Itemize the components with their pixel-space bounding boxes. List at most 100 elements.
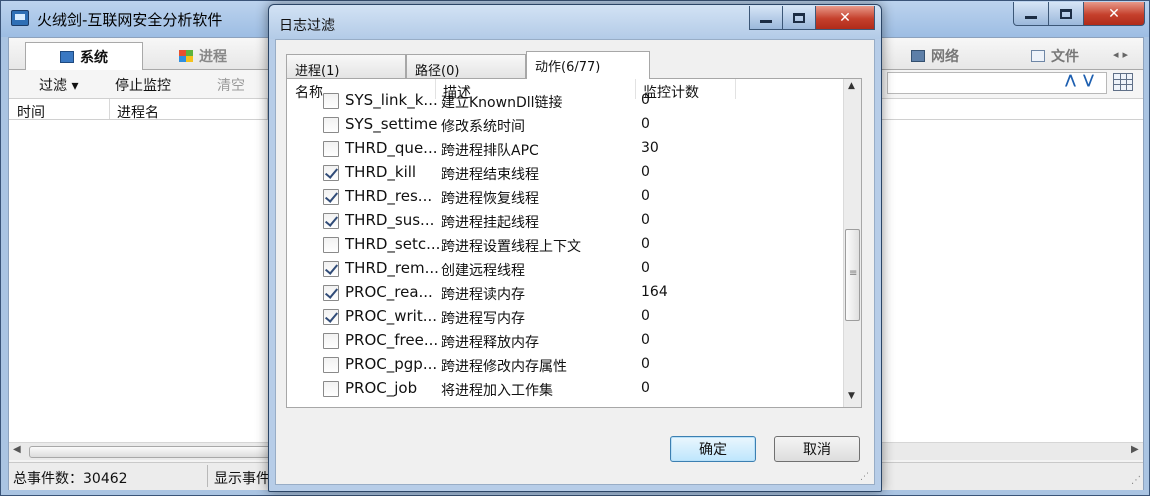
action-row[interactable]: THRD_kill 跨进程结束线程 0 — [287, 161, 843, 185]
ok-button[interactable]: 确定 — [670, 436, 756, 462]
action-monitor-count: 0 — [641, 332, 650, 348]
tab-scroll-arrows[interactable]: ◂▸ — [1113, 48, 1132, 61]
search-next-icon[interactable]: ⋁ — [1083, 73, 1094, 88]
action-checkbox[interactable] — [323, 93, 339, 109]
stop-monitor-button[interactable]: 停止监控 — [115, 75, 171, 95]
clear-button[interactable]: 清空 — [217, 75, 245, 95]
action-checkbox[interactable] — [323, 237, 339, 253]
tab-file[interactable]: 文件 — [1031, 42, 1079, 70]
tab-system-label: 系统 — [80, 49, 108, 66]
action-name: THRD_kill — [345, 163, 417, 181]
action-monitor-count: 0 — [641, 92, 650, 108]
file-icon — [1031, 50, 1045, 62]
action-row[interactable]: PROC_pgp... 跨进程修改内存属性 0 — [287, 353, 843, 377]
scroll-left-icon[interactable]: ◀ — [13, 444, 21, 455]
action-row[interactable]: PROC_job 将进程加入工作集 0 — [287, 377, 843, 401]
status-divider — [207, 465, 208, 487]
vertical-scrollbar[interactable]: ▲ ≡ ▼ — [843, 79, 861, 407]
cancel-button[interactable]: 取消 — [774, 436, 860, 462]
action-checkbox[interactable] — [323, 261, 339, 277]
maximize-button[interactable] — [1048, 2, 1084, 26]
tab-network[interactable]: 网络 — [911, 42, 959, 70]
action-name: PROC_pgp... — [345, 355, 438, 373]
action-checkbox[interactable] — [323, 165, 339, 181]
action-row[interactable]: THRD_setc... 跨进程设置线程上下文 0 — [287, 233, 843, 257]
tab-path-filter[interactable]: 路径(0) — [406, 54, 526, 79]
action-row[interactable]: SYS_settime 修改系统时间 0 — [287, 113, 843, 137]
dialog-resize-grip-icon[interactable]: ⋰ — [860, 472, 869, 482]
scroll-up-icon[interactable]: ▲ — [848, 81, 855, 91]
action-checkbox[interactable] — [323, 189, 339, 205]
tab-process-filter[interactable]: 进程(1) — [286, 54, 406, 79]
action-row[interactable]: PROC_rea... 跨进程读内存 164 — [287, 281, 843, 305]
minimize-icon — [760, 20, 772, 23]
minimize-icon — [1025, 16, 1037, 19]
action-checkbox[interactable] — [323, 213, 339, 229]
column-divider[interactable] — [109, 99, 110, 119]
action-checkbox[interactable] — [323, 309, 339, 325]
close-button[interactable]: ✕ — [1083, 2, 1145, 26]
windows-flag-icon — [179, 50, 193, 62]
action-name: PROC_free... — [345, 331, 439, 349]
close-icon: ✕ — [839, 9, 851, 26]
dialog-client-area: 进程(1) 路径(0) 动作(6/77) 名称 描述 监控计数 SYS_link… — [275, 39, 875, 485]
action-name: THRD_que... — [345, 139, 438, 157]
action-name: THRD_setc... — [345, 235, 439, 253]
action-checkbox[interactable] — [323, 381, 339, 397]
action-description: 跨进程恢复线程 — [441, 191, 539, 207]
network-icon — [911, 50, 925, 62]
action-row[interactable]: THRD_res... 跨进程恢复线程 0 — [287, 185, 843, 209]
action-name: THRD_res... — [345, 187, 433, 205]
action-description: 跨进程结束线程 — [441, 167, 539, 183]
total-events-count: 总事件数：30462 — [13, 471, 128, 487]
action-description: 修改系统时间 — [441, 119, 525, 135]
minimize-button[interactable] — [1013, 2, 1049, 26]
scroll-down-icon[interactable]: ▼ — [848, 391, 855, 401]
search-prev-icon[interactable]: ⋀ — [1065, 73, 1076, 88]
action-description: 跨进程挂起线程 — [441, 215, 539, 231]
action-row[interactable]: THRD_rem... 创建远程线程 0 — [287, 257, 843, 281]
action-checkbox[interactable] — [323, 357, 339, 373]
action-description: 创建远程线程 — [441, 263, 525, 279]
action-row[interactable]: PROC_free... 跨进程释放内存 0 — [287, 329, 843, 353]
action-checkbox[interactable] — [323, 285, 339, 301]
dialog-titlebar[interactable]: 日志过滤 ✕ — [269, 5, 881, 39]
column-header-time[interactable]: 时间 — [17, 102, 45, 122]
action-monitor-count: 0 — [641, 188, 650, 204]
action-description: 跨进程读内存 — [441, 287, 525, 303]
action-row[interactable]: SYS_link_k... 建立KnownDll链接 0 — [287, 89, 843, 113]
action-row[interactable]: PROC_writ... 跨进程写内存 0 — [287, 305, 843, 329]
dialog-minimize-button[interactable] — [749, 6, 783, 30]
resize-grip-icon[interactable]: ⋰ — [1131, 475, 1141, 486]
action-checkbox[interactable] — [323, 117, 339, 133]
tab-process-label: 进程 — [199, 49, 227, 65]
dialog-maximize-button[interactable] — [782, 6, 816, 30]
action-name: THRD_rem... — [345, 259, 439, 277]
tab-file-label: 文件 — [1051, 49, 1079, 65]
action-description: 跨进程写内存 — [441, 311, 525, 327]
scroll-thumb[interactable]: ≡ — [845, 229, 860, 321]
action-monitor-count: 0 — [641, 380, 650, 396]
column-header-process-name[interactable]: 进程名 — [117, 102, 159, 122]
dialog-close-button[interactable]: ✕ — [815, 6, 875, 30]
filter-dropdown-button[interactable]: 过滤 ▾ — [39, 75, 78, 95]
action-name: SYS_settime — [345, 115, 438, 133]
scroll-right-icon[interactable]: ▶ — [1131, 444, 1139, 455]
action-name: THRD_sus... — [345, 211, 435, 229]
column-settings-icon[interactable] — [1113, 73, 1133, 91]
action-checkbox[interactable] — [323, 333, 339, 349]
action-description: 跨进程设置线程上下文 — [441, 239, 581, 255]
action-row[interactable]: THRD_sus... 跨进程挂起线程 0 — [287, 209, 843, 233]
action-row[interactable]: THRD_que... 跨进程排队APC 30 — [287, 137, 843, 161]
action-description: 将进程加入工作集 — [441, 383, 553, 399]
system-monitor-icon — [60, 50, 74, 63]
tab-system[interactable]: 系统 — [25, 42, 143, 70]
action-monitor-count: 0 — [641, 116, 650, 132]
tab-process[interactable]: 进程 — [179, 42, 227, 70]
tab-action-filter[interactable]: 动作(6/77) — [526, 51, 650, 79]
action-checkbox[interactable] — [323, 141, 339, 157]
log-filter-dialog: 日志过滤 ✕ 进程(1) 路径(0) 动作(6/77) 名称 描述 监控计数 S… — [268, 4, 882, 492]
action-monitor-count: 30 — [641, 140, 659, 156]
action-monitor-count: 0 — [641, 260, 650, 276]
action-description: 跨进程释放内存 — [441, 335, 539, 351]
